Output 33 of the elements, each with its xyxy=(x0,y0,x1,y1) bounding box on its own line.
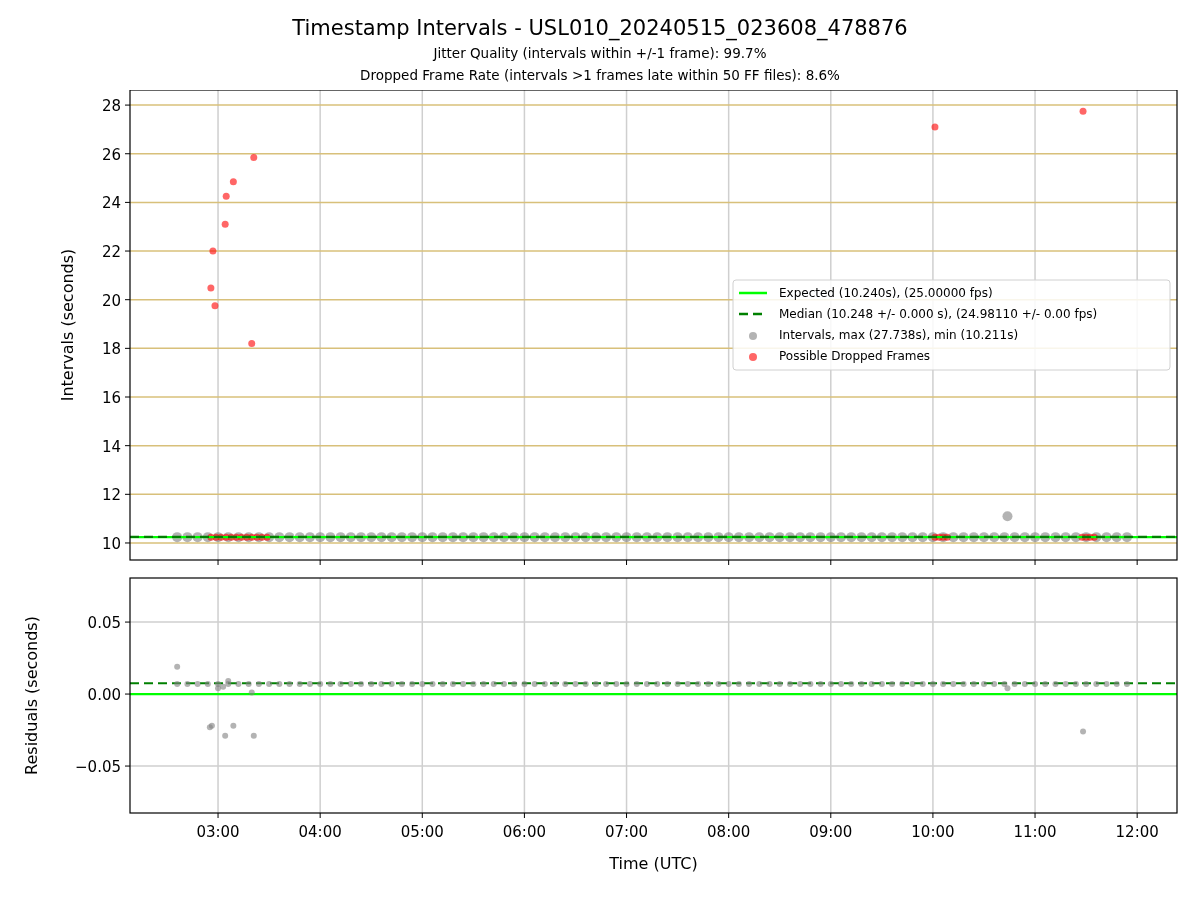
tick-label: 03:00 xyxy=(196,823,240,841)
chart-subtitle: Dropped Frame Rate (intervals >1 frames late within 50 FF files): 8.6% xyxy=(360,66,840,85)
legend-label: Expected (10.240s), (25.00000 fps) xyxy=(779,286,993,300)
tick-label: 0.00 xyxy=(87,686,121,705)
tick-label: 06:00 xyxy=(502,823,547,841)
tick-label: 09:00 xyxy=(809,823,853,841)
axis-label: Time (UTC) xyxy=(609,854,698,873)
tick-label: 20 xyxy=(101,291,121,310)
tick-label: 12:00 xyxy=(1115,823,1159,841)
legend-label: Intervals, max (27.738s), min (10.211s) xyxy=(779,328,1019,342)
tick-label: 26 xyxy=(101,145,121,164)
tick-label: 05:00 xyxy=(400,823,444,841)
tick-label: 08:00 xyxy=(707,823,751,841)
tick-label: 16 xyxy=(101,389,121,407)
tick-label: 24 xyxy=(101,194,121,213)
axis-label: Intervals (seconds) xyxy=(58,248,77,402)
tick-label: 04:00 xyxy=(298,823,342,841)
tick-label: 11:00 xyxy=(1013,823,1057,841)
legend-label: Median (10.248 +/- 0.000 s), (24.98110 +/- 0.00 fps) xyxy=(779,307,1098,321)
chart-title: Timestamp Intervals - USL010_20240515_023608_478876 xyxy=(292,15,908,42)
tick-label: 07:00 xyxy=(604,823,649,841)
tick-label: 28 xyxy=(101,97,121,116)
tick-label: 10:00 xyxy=(911,823,955,841)
chart-subtitle: Jitter Quality (intervals within +/-1 frame): 99.7% xyxy=(433,44,767,63)
tick-label: 14 xyxy=(101,437,121,456)
tick-label: 18 xyxy=(101,340,121,359)
legend-label: Possible Dropped Frames xyxy=(779,349,931,363)
tick-label: −0.05 xyxy=(75,758,121,777)
tick-label: 12 xyxy=(101,486,121,505)
axis-label: Residuals (seconds) xyxy=(22,616,41,775)
tick-label: 10 xyxy=(101,534,121,553)
tick-label: 0.05 xyxy=(87,614,121,633)
tick-label: 22 xyxy=(101,243,121,262)
